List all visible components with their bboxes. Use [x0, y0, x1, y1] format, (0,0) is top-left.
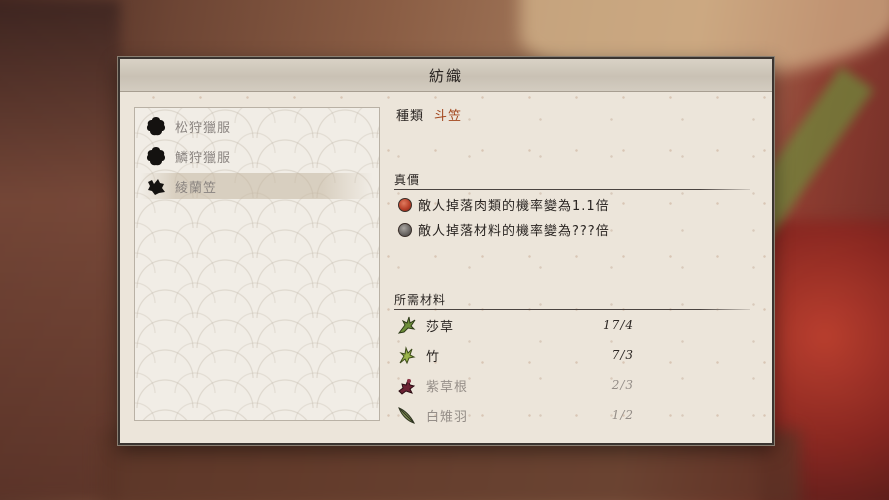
effect-row: 敵人掉落材料的機率變為???倍 [398, 220, 610, 239]
material-row-bamboo: 竹 7/3 [394, 342, 644, 368]
material-name: 紫草根 [426, 379, 469, 395]
red-orb-icon [398, 197, 412, 212]
materials-heading-text: 所需材料 [394, 293, 447, 307]
unknown-silhouette-icon [143, 113, 169, 139]
panel-title: 紡織 [428, 66, 463, 85]
effect-text: 敵人掉落肉類的機率變為1.1倍 [418, 199, 610, 214]
effects-heading: 真價 [394, 171, 760, 191]
pheasant-feather-icon [394, 403, 418, 427]
effects-heading-text: 真價 [394, 173, 421, 187]
material-count: 7/3 [611, 348, 634, 362]
bamboo-icon [394, 343, 418, 367]
material-count: 2/3 [611, 378, 634, 392]
title-bar: 紡織 [120, 59, 772, 92]
material-row-sedge: 莎草 17/4 [394, 312, 644, 338]
unknown-silhouette-icon [143, 143, 169, 169]
recipe-item-orchid-hat[interactable]: 綾蘭笠 [141, 173, 373, 199]
kind-row: 種類 斗笠 [396, 105, 462, 124]
material-name: 莎草 [426, 319, 455, 335]
sedge-icon [394, 313, 418, 337]
weaving-panel: 紡織 松狩獵服 鱗狩獵服 綾蘭笠 種類 斗笠 真價 敵人掉落肉類的機率變為1.1… [118, 57, 774, 445]
recipe-detail: 種類 斗笠 真價 敵人掉落肉類的機率變為1.1倍 敵人掉落材料的機率變為???倍… [394, 99, 760, 429]
effect-text: 敵人掉落材料的機率變為???倍 [418, 224, 610, 239]
material-row-gromwell-root: 紫草根 2/3 [394, 372, 644, 398]
gromwell-root-icon [394, 373, 418, 397]
kind-value: 斗笠 [434, 109, 463, 124]
effect-row: 敵人掉落肉類的機率變為1.1倍 [398, 195, 610, 214]
gray-orb-icon [398, 222, 412, 237]
kind-label: 種類 [396, 109, 425, 124]
background-blur [0, 0, 120, 500]
material-row-pheasant-feather: 白雉羽 1/2 [394, 402, 644, 428]
recipe-item-label: 綾蘭笠 [175, 180, 218, 196]
material-name: 竹 [426, 349, 441, 365]
recipe-item-scale-hunting-garb[interactable]: 鱗狩獵服 [141, 143, 373, 169]
recipe-item-pine-hunting-garb[interactable]: 松狩獵服 [141, 113, 373, 139]
game-scene: 紡織 松狩獵服 鱗狩獵服 綾蘭笠 種類 斗笠 真價 敵人掉落肉類的機率變為1.1… [0, 0, 889, 500]
recipe-item-label: 松狩獵服 [175, 120, 232, 136]
recipe-list: 松狩獵服 鱗狩獵服 綾蘭笠 [134, 107, 380, 421]
hat-silhouette-icon [143, 173, 169, 199]
materials-heading: 所需材料 [394, 291, 760, 311]
material-name: 白雉羽 [426, 409, 469, 425]
material-count: 17/4 [603, 318, 634, 332]
recipe-item-label: 鱗狩獵服 [175, 150, 232, 166]
material-count: 1/2 [611, 408, 634, 422]
